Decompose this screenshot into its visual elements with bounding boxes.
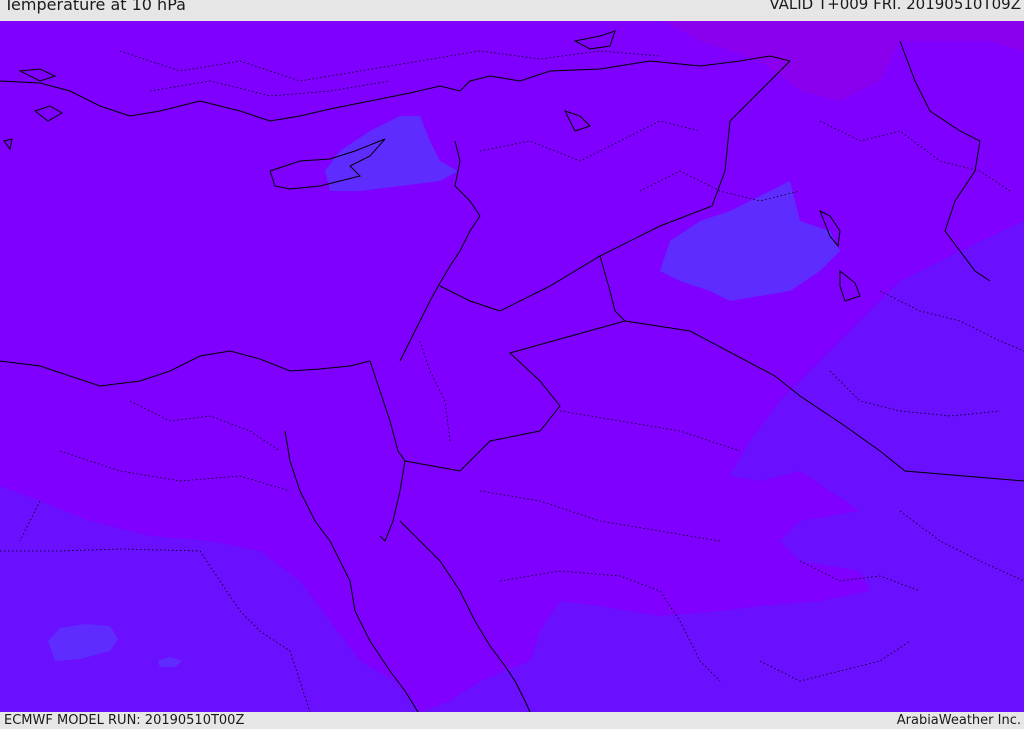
model-run: ECMWF MODEL RUN: 20190510T00Z <box>4 713 245 728</box>
header-bar: Temperature at 10 hPa VALID T+009 FRI. 2… <box>0 0 1024 21</box>
footer-bar: ECMWF MODEL RUN: 20190510T00Z ArabiaWeat… <box>0 712 1024 729</box>
valid-time: VALID T+009 FRI. 20190510T09Z <box>769 0 1021 13</box>
credit-text: ArabiaWeather Inc. <box>896 713 1021 728</box>
map-title: Temperature at 10 hPa <box>4 0 186 14</box>
map-canvas <box>0 21 1024 712</box>
temperature-fill <box>0 21 1024 712</box>
weather-map[interactable] <box>0 21 1024 712</box>
